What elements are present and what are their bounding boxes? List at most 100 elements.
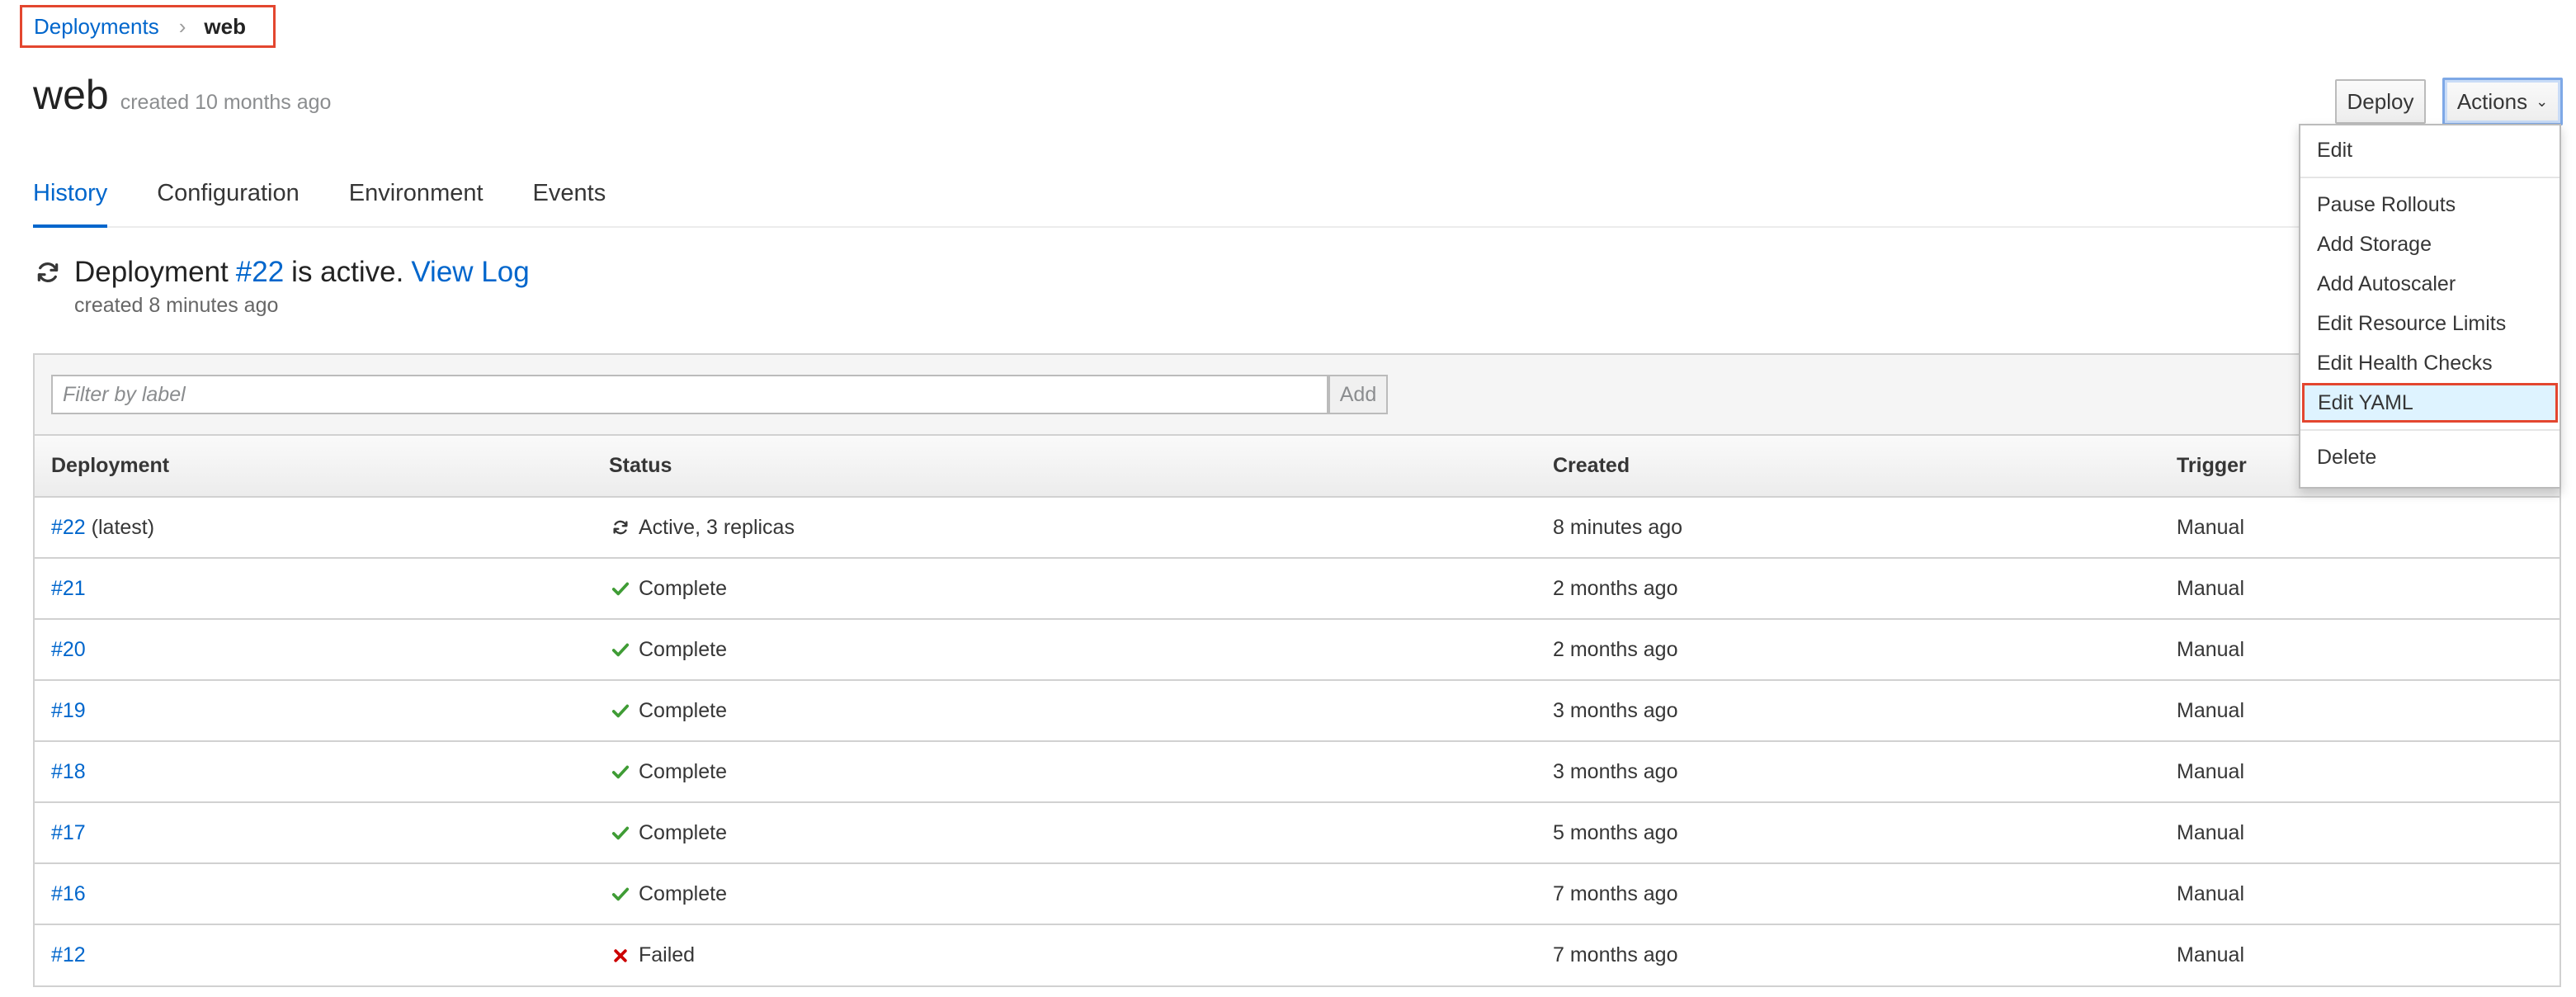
table-row: #19 Complete 3 months ago Manual [35,680,2559,742]
menu-item-edit-resource-limits[interactable]: Edit Resource Limits [2300,304,2559,343]
created-cell: 2 months ago [1552,619,2176,681]
created-cell: 2 months ago [1552,558,2176,620]
table-row: #22 (latest) Active, 3 replicas 8 minutes … [35,497,2559,559]
deployment-cell: #19 [35,680,608,742]
deployment-cell: #18 [35,741,608,803]
latest-label: (latest) [91,515,155,539]
menu-divider [2300,177,2559,178]
status-cell: Complete [608,802,1552,864]
notice-deployment-link[interactable]: #22 [236,256,284,289]
check-icon [611,884,630,904]
breadcrumb-separator-icon: › [178,13,186,39]
column-header-status[interactable]: Status [608,436,1552,498]
deploy-button[interactable]: Deploy [2335,79,2426,124]
deployment-link[interactable]: #21 [51,577,86,600]
active-deployment-notice: Deployment #22 is active. View Log creat… [35,256,530,318]
trigger-cell: Manual [2176,619,2559,681]
x-icon [611,946,630,966]
deployment-link[interactable]: #22 [51,516,86,539]
deployments-table-container: Filter by label Add Deployment Status Cr… [33,353,2561,987]
deployment-cell: #21 [35,558,608,620]
trigger-cell: Manual [2176,802,2559,864]
trigger-cell: Manual [2176,741,2559,803]
view-log-link[interactable]: View Log [411,256,529,289]
menu-item-add-autoscaler[interactable]: Add Autoscaler [2300,264,2559,304]
status-text: Complete [639,881,727,905]
tab-events[interactable]: Events [533,180,606,226]
deployment-link[interactable]: #19 [51,699,86,722]
status-cell: Complete [608,680,1552,742]
actions-dropdown-button[interactable]: Actions ⌄ [2442,78,2563,125]
check-icon [611,640,630,659]
trigger-cell: Manual [2176,680,2559,742]
created-cell: 7 months ago [1553,943,1678,966]
status-cell: Complete [608,741,1552,803]
status-cell: Complete [608,558,1552,620]
status-cell: Failed [608,924,1552,985]
table-body: #22 (latest) Active, 3 replicas 8 minutes … [35,497,2559,985]
menu-item-pause-rollouts[interactable]: Pause Rollouts [2300,185,2559,224]
breadcrumb: Deployments › web [20,5,276,48]
status-cell: Complete [608,863,1552,925]
status-text: Complete [639,759,727,783]
created-cell: 8 minutes ago [1552,497,2176,559]
created-cell: 3 months ago [1552,741,2176,803]
status-text: Failed [639,943,696,966]
check-icon [611,701,630,721]
notice-middle: is active. [291,256,404,288]
page-subtitle: created 10 months ago [120,91,332,114]
menu-item-edit-health-checks[interactable]: Edit Health Checks [2300,343,2559,383]
menu-item-edit[interactable]: Edit [2300,130,2559,170]
check-icon [611,823,630,843]
notice-created: created 8 minutes ago [74,294,279,317]
status-text: Complete [639,820,727,844]
deployment-link[interactable]: #17 [51,821,86,844]
filter-add-button[interactable]: Add [1328,375,1388,414]
column-header-deployment[interactable]: Deployment [35,436,608,498]
refresh-icon [37,262,59,282]
menu-item-add-storage[interactable]: Add Storage [2300,224,2559,264]
menu-item-edit-yaml[interactable]: Edit YAML [2302,383,2558,423]
table-row: #18 Complete 3 months ago Manual [35,741,2559,803]
filter-by-label-input[interactable]: Filter by label [51,375,1328,414]
check-icon [611,762,630,782]
created-cell: 3 months ago [1552,680,2176,742]
page-header: web created 10 months ago [33,71,331,119]
menu-item-delete[interactable]: Delete [2300,437,2559,477]
table-header-row: Deployment Status Created Trigger [35,436,2559,498]
notice-prefix: Deployment [74,256,229,288]
deployment-link[interactable]: #18 [51,760,86,783]
table-row: #20 Complete 2 months ago Manual [35,619,2559,681]
table-row: #21 Complete 2 months ago Manual [35,558,2559,620]
tab-history[interactable]: History [33,180,108,228]
deployment-link[interactable]: #20 [51,638,86,661]
deployment-link[interactable]: #16 [51,882,86,905]
table-row: #16 Complete 7 months ago Manual [35,863,2559,925]
deployment-cell: #16 [35,863,608,925]
actions-button-label: Actions [2456,88,2528,114]
breadcrumb-deployments-link[interactable]: Deployments [34,14,159,40]
refresh-icon [611,517,630,537]
status-text: Active, 3 replicas [639,515,795,539]
trigger-cell: Manual [2177,943,2244,966]
breadcrumb-current: web [204,13,246,39]
table-row: #12 Failed 7 months ago Manual [35,924,2559,985]
tab-environment[interactable]: Environment [349,180,484,226]
column-header-created[interactable]: Created [1552,436,2176,498]
status-cell: Active, 3 replicas [608,497,1552,559]
status-text: Complete [639,576,727,600]
check-icon [611,579,630,598]
deployment-link[interactable]: #12 [51,943,86,966]
menu-divider [2300,429,2559,431]
tab-bar: History Configuration Environment Events [33,180,2559,228]
trigger-cell: Manual [2176,558,2559,620]
trigger-cell: Manual [2176,497,2559,559]
status-text: Complete [639,698,727,722]
status-cell: Complete [608,619,1552,681]
deployment-cell: #17 [35,802,608,864]
deployment-cell: #12 [35,924,608,985]
actions-dropdown-menu: Edit Pause Rollouts Add Storage Add Auto… [2299,124,2561,489]
trigger-cell: Manual [2176,863,2559,925]
deployments-table: Deployment Status Created Trigger #22 (l… [35,436,2559,985]
tab-configuration[interactable]: Configuration [157,180,300,226]
